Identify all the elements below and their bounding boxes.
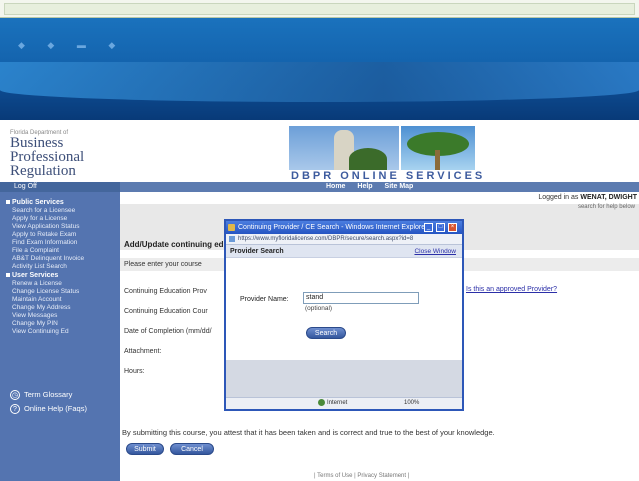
bullet-icon [6, 273, 10, 278]
logged-in-status: Logged in as WENAT, DWIGHT [538, 194, 637, 201]
sidebar-item[interactable]: Renew a License [0, 280, 120, 288]
optional-note: (optional) [305, 305, 333, 312]
course-field-label: Continuing Education Cour [124, 308, 208, 315]
sidebar-item[interactable]: Change My Address [0, 304, 120, 312]
hours-field-label: Hours: [124, 368, 145, 375]
internet-zone: Internet [318, 398, 347, 409]
close-window-link[interactable]: Close Window [414, 245, 456, 258]
ie-icon [228, 224, 235, 231]
bullet-icon [6, 200, 10, 205]
cancel-button[interactable]: Cancel [170, 443, 214, 455]
help-icon: ? [10, 404, 20, 414]
sidebar-item[interactable]: Change License Status [0, 288, 120, 296]
dbpr-logo[interactable]: Florida Department of Business Professio… [10, 130, 120, 185]
sidebar-item[interactable]: AB&T Delinquent Invoice [0, 255, 120, 263]
popup-heading: Provider Search [230, 248, 284, 255]
minimize-icon[interactable]: _ [424, 223, 433, 232]
sidebar-item[interactable]: View Continuing Ed [0, 328, 120, 336]
sidebar-header-user: User Services [0, 271, 120, 280]
search-button[interactable]: Search [306, 327, 346, 339]
zoom-level[interactable]: 100% [404, 398, 419, 409]
menu-sitemap[interactable]: Site Map [385, 183, 414, 190]
provider-search-popup: Continuing Provider / CE Search - Window… [224, 219, 464, 411]
attestation-text: By submitting this course, you attest th… [122, 428, 495, 437]
sidebar-item[interactable]: File a Complaint [0, 247, 120, 255]
help-link[interactable]: ? Online Help (Faqs) [10, 402, 87, 416]
sidebar-item[interactable]: Apply to Retake Exam [0, 231, 120, 239]
popup-url: https://www.myfloridalicense.com/DBPR/se… [238, 236, 414, 242]
menu-home[interactable]: Home [326, 183, 345, 190]
submit-button[interactable]: Submit [126, 443, 164, 455]
provider-field-label: Continuing Education Prov [124, 288, 207, 295]
desktop-icons: ◆ ◆ ▬ ◆ [18, 40, 126, 50]
sidebar-item[interactable]: Change My PIN [0, 320, 120, 328]
sidebar-item[interactable]: Apply for a License [0, 215, 120, 223]
date-field-label: Date of Completion (mm/dd/ [124, 328, 212, 335]
help-search-note: search for help below [577, 204, 635, 210]
provider-name-input[interactable]: stand [303, 292, 419, 304]
globe-icon [318, 398, 325, 406]
sidebar-item[interactable]: View Application Status [0, 223, 120, 231]
popup-body: Provider Name: stand (optional) Search [226, 258, 462, 360]
approved-provider-link[interactable]: Is this an approved Provider? [466, 286, 557, 293]
popup-empty-area [226, 360, 462, 397]
menu-help[interactable]: Help [357, 183, 372, 190]
desktop-wave [0, 62, 639, 102]
maximize-icon[interactable]: □ [436, 223, 445, 232]
close-icon[interactable]: × [448, 223, 457, 232]
sidebar-item[interactable]: View Messages [0, 312, 120, 320]
toolbar-inner [4, 3, 635, 15]
logo-line2: Professional [10, 149, 85, 165]
popup-statusbar: Internet 100% [226, 397, 462, 409]
brand-title: DBPR ONLINE SERVICES [291, 170, 486, 182]
popup-title: Continuing Provider / CE Search - Window… [238, 224, 428, 231]
logoff-button[interactable]: Log Off [0, 182, 120, 192]
browser-toolbar-strip [0, 0, 639, 18]
desktop-background: ◆ ◆ ▬ ◆ [0, 18, 639, 120]
sidebar-bottom: ◷ Term Glossary ? Online Help (Faqs) [10, 388, 87, 416]
sidebar-item[interactable]: Search for a Licensee [0, 207, 120, 215]
attachment-field-label: Attachment: [124, 348, 162, 355]
glossary-link[interactable]: ◷ Term Glossary [10, 388, 87, 402]
header-photos [289, 126, 475, 170]
popup-address-bar[interactable]: https://www.myfloridalicense.com/DBPR/se… [226, 234, 462, 245]
sidebar-item[interactable]: Maintain Account [0, 296, 120, 304]
popup-titlebar: Continuing Provider / CE Search - Window… [226, 221, 462, 234]
sidebar-item[interactable]: Find Exam Information [0, 239, 120, 247]
palm-photo [401, 126, 475, 170]
logo-line1: Business [10, 135, 64, 151]
capitol-photo [289, 126, 399, 170]
sidebar: Public Services Search for a Licensee Ap… [0, 192, 120, 481]
sidebar-item[interactable]: Activity List Search [0, 263, 120, 271]
logo-line3: Regulation [10, 163, 76, 179]
clock-icon: ◷ [10, 390, 20, 400]
sidebar-header-public: Public Services [0, 198, 120, 207]
top-menu: Home Help Site Map [326, 182, 423, 192]
footer-links[interactable]: | Terms of Use | Privacy Statement | [314, 473, 409, 479]
popup-header: Provider Search Close Window [226, 245, 462, 258]
lock-icon [229, 236, 235, 242]
provider-name-label: Provider Name: [240, 296, 289, 303]
